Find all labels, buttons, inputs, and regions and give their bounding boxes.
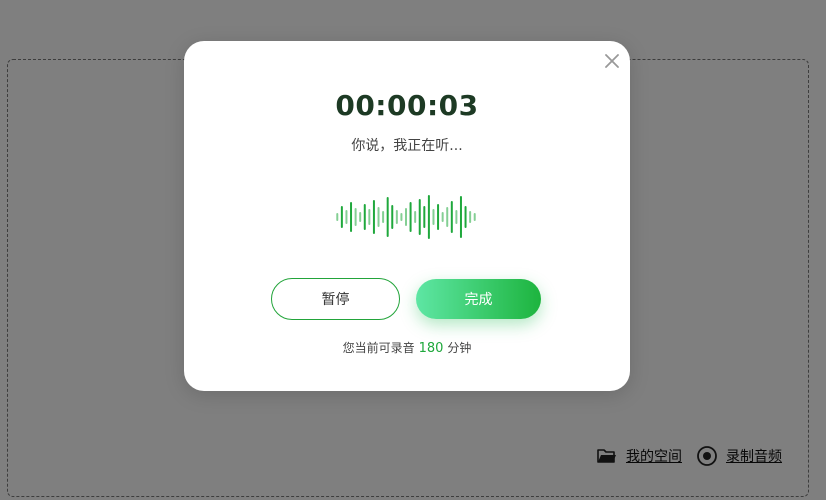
waveform-bar: [359, 212, 362, 222]
waveform-bar: [372, 200, 375, 234]
waveform-bar: [405, 208, 407, 226]
recording-timer: 00:00:03: [335, 89, 479, 122]
waveform-bar: [386, 197, 389, 237]
waveform-bar: [409, 202, 412, 232]
pause-button-label: 暂停: [321, 292, 350, 308]
waveform-bar: [354, 208, 357, 226]
waveform-icon: [336, 195, 476, 239]
waveform-bar: [340, 206, 343, 228]
waveform-bar: [345, 210, 348, 224]
waveform-bar: [459, 196, 462, 238]
waveform-bar: [464, 206, 467, 228]
waveform-bar: [423, 206, 426, 228]
done-button-label: 完成: [464, 292, 493, 308]
quota-prefix: 您当前可录音: [342, 341, 415, 355]
waveform-bar: [455, 210, 458, 224]
close-button[interactable]: [602, 52, 622, 72]
quota-value: 180: [418, 341, 444, 356]
waveform-bar: [368, 209, 371, 225]
recording-quota: 您当前可录音 180 分钟: [184, 339, 630, 356]
waveform-bar: [473, 213, 476, 221]
pause-button[interactable]: 暂停: [271, 278, 400, 320]
waveform-bar: [363, 204, 366, 230]
waveform-bar: [382, 211, 385, 223]
waveform-bar: [350, 202, 353, 232]
recording-dialog: 00:00:03 你说，我正在听... 暂停 完成 您当前可录音 180 分钟: [184, 41, 630, 391]
waveform-bar: [391, 205, 394, 229]
waveform-bar: [418, 199, 421, 235]
waveform-bar: [446, 207, 449, 227]
waveform-bar: [450, 201, 453, 233]
waveform-bar: [377, 207, 380, 227]
waveform-bar: [400, 213, 403, 221]
quota-suffix: 分钟: [447, 341, 472, 355]
waveform-bar: [432, 209, 435, 225]
listening-status: 你说，我正在听...: [351, 138, 463, 154]
waveform-bar: [437, 204, 440, 230]
waveform-bar: [469, 211, 472, 223]
waveform-bar: [427, 195, 430, 239]
close-icon: [605, 53, 619, 72]
waveform-bar: [441, 212, 444, 222]
done-button[interactable]: 完成: [416, 279, 541, 319]
waveform-bar: [395, 210, 398, 224]
waveform-bar: [336, 213, 339, 221]
waveform-bar: [414, 211, 417, 223]
